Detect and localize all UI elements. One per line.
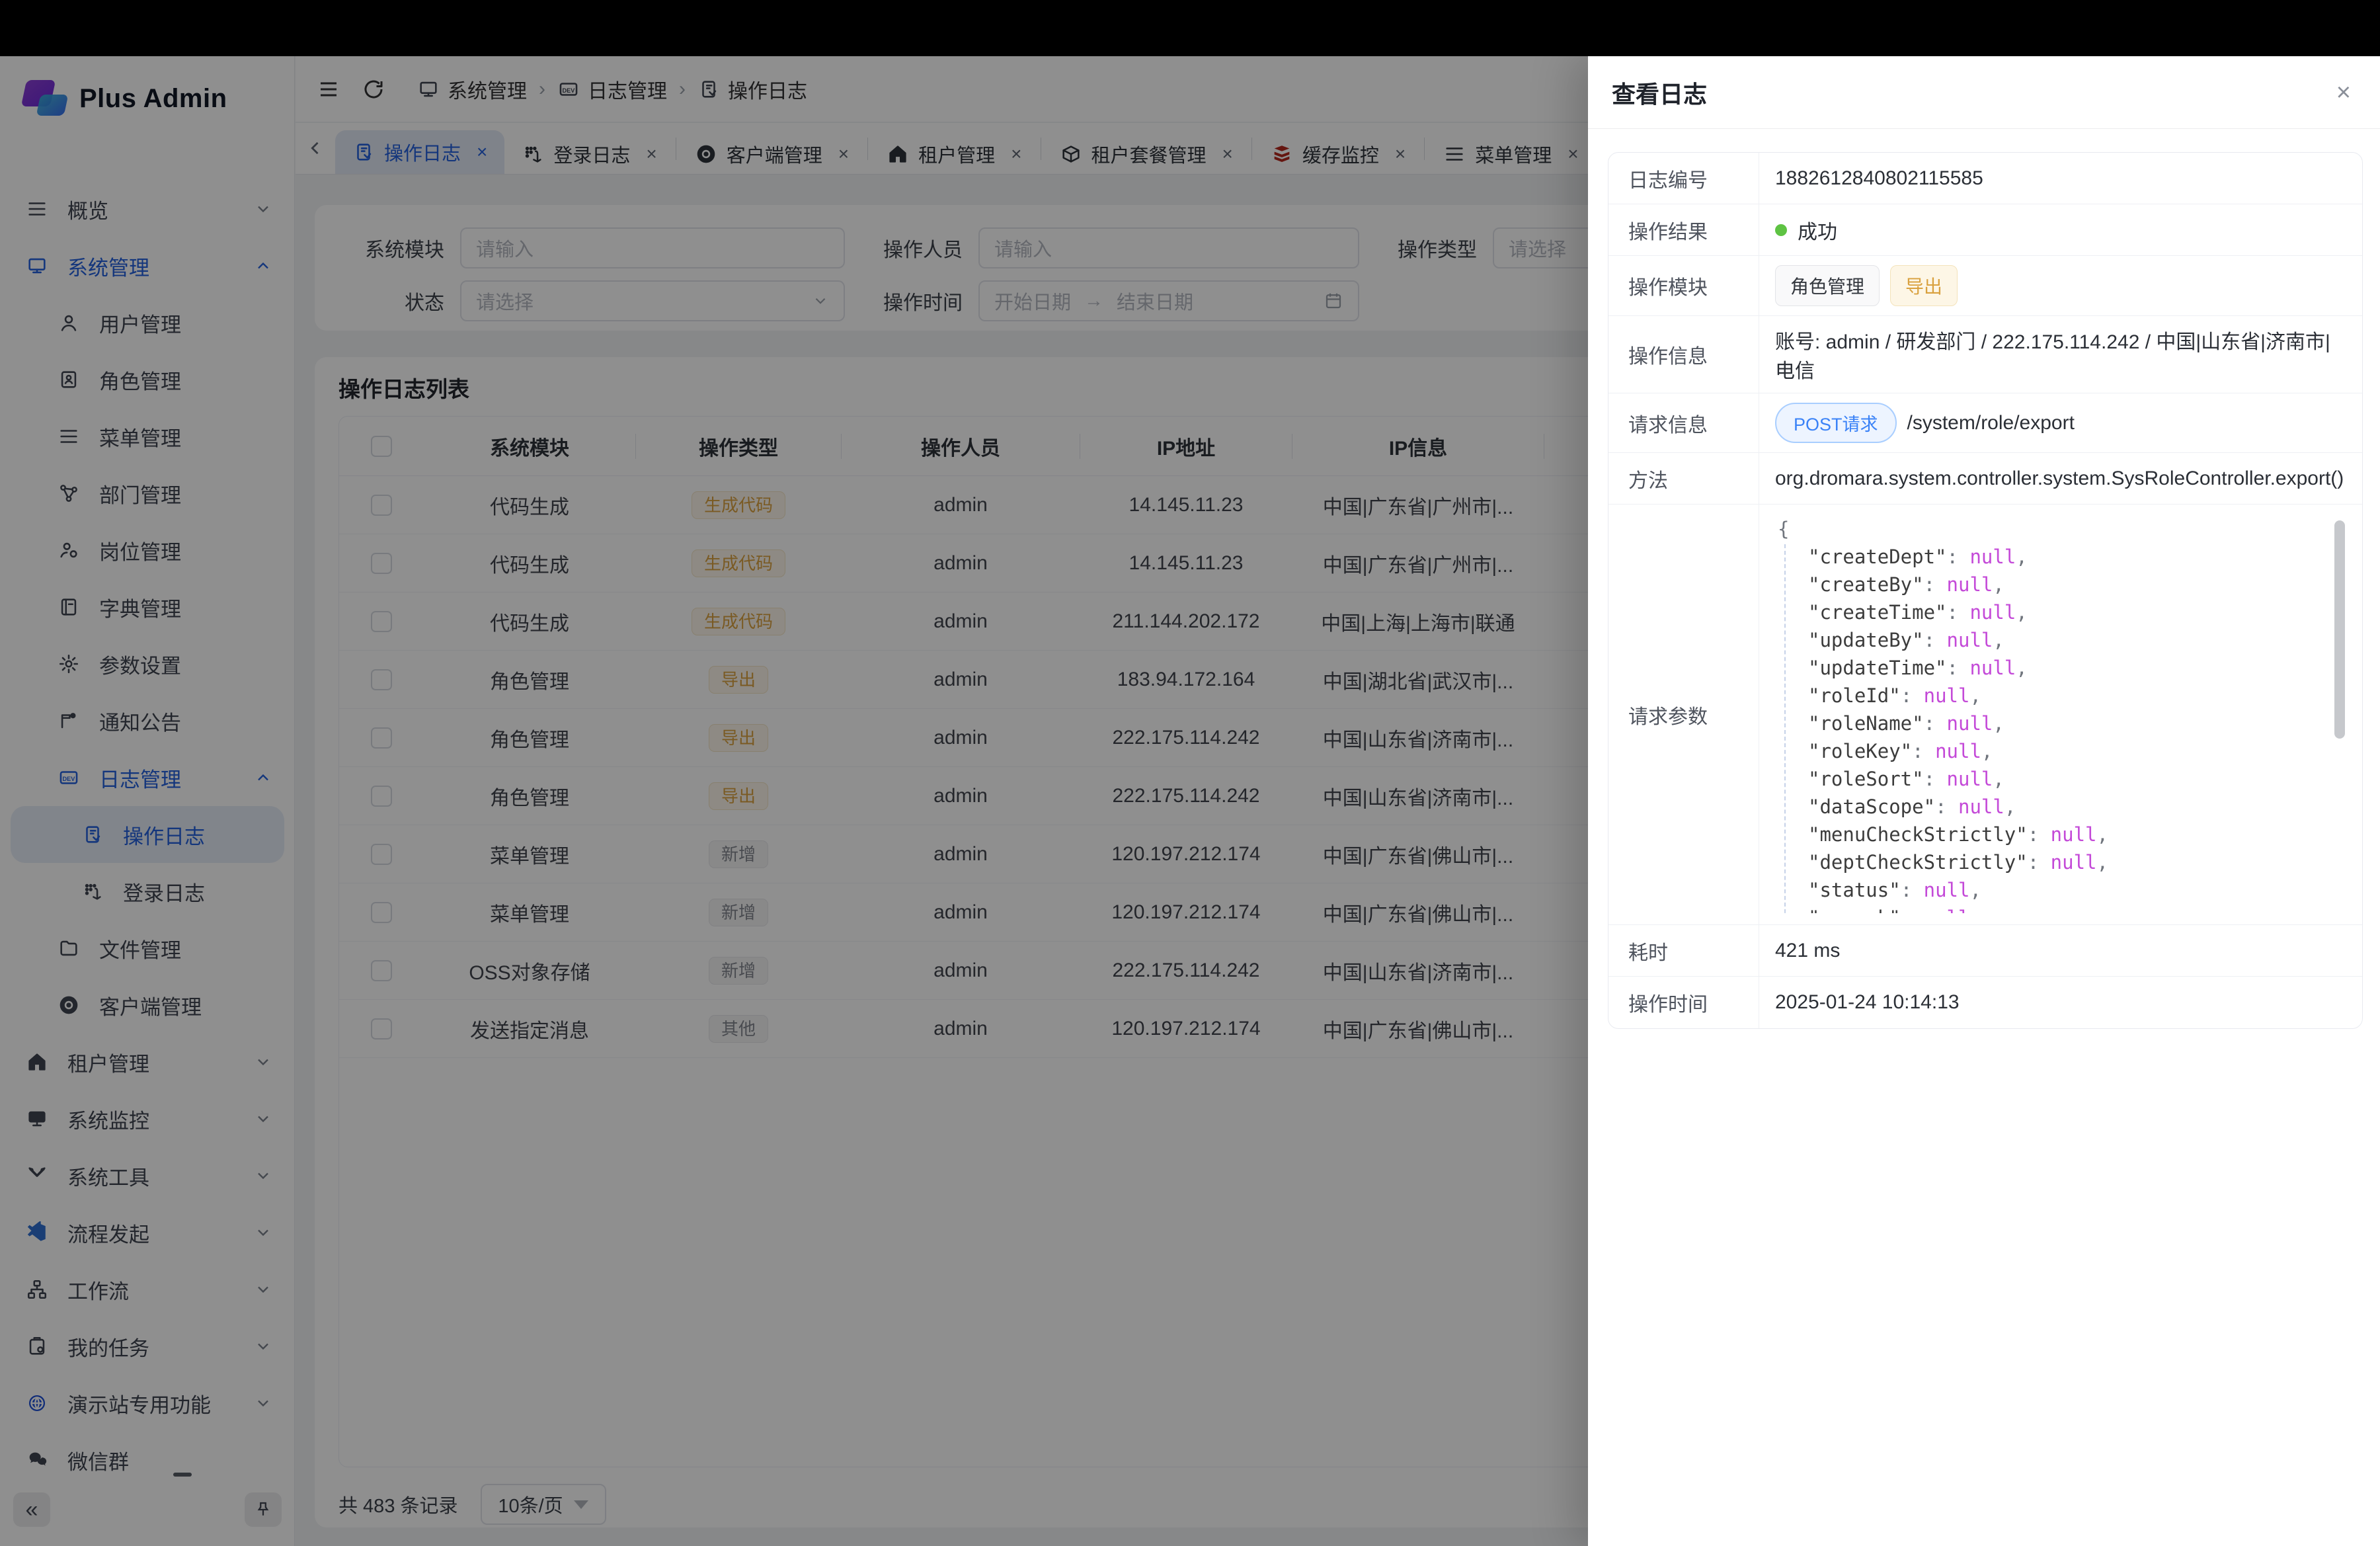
json-line: { <box>1778 515 2108 543</box>
duration-value: 421 ms <box>1759 925 2362 976</box>
detail-label: 日志编号 <box>1608 153 1759 204</box>
json-line: "deptCheckStrictly": null, <box>1778 848 2108 876</box>
drawer-body: 日志编号 1882612840802115585 操作结果 成功 操作模块 角色… <box>1588 130 2380 1546</box>
post-method-tag: POST请求 <box>1775 403 1897 443</box>
detail-label: 操作结果 <box>1608 204 1759 255</box>
success-dot-icon <box>1775 224 1787 236</box>
request-params-json[interactable]: {"createDept": null,"createBy": null,"cr… <box>1775 514 2346 913</box>
result-value: 成功 <box>1798 216 1837 245</box>
drawer-title: 查看日志 <box>1612 75 1707 110</box>
drawer-header: 查看日志 × <box>1588 56 2380 129</box>
action-tag: 导出 <box>1890 265 1958 306</box>
detail-row-method: 方法 org.dromara.system.controller.system.… <box>1608 453 2362 505</box>
os-top-strip <box>0 0 2380 56</box>
json-line: "createBy": null, <box>1778 571 2108 598</box>
json-line: "dataScope": null, <box>1778 793 2108 821</box>
screen: Plus Admin 概览系统管理用户管理角色管理菜单管理部门管理岗位管理字典管… <box>0 0 2380 1546</box>
log-detail-table: 日志编号 1882612840802115585 操作结果 成功 操作模块 角色… <box>1608 152 2363 1029</box>
close-icon[interactable]: × <box>2336 80 2351 105</box>
json-line: "status": null, <box>1778 876 2108 904</box>
detail-row-log-id: 日志编号 1882612840802115585 <box>1608 153 2362 204</box>
detail-label: 方法 <box>1608 453 1759 504</box>
json-line: "roleKey": null, <box>1778 737 2108 765</box>
json-line: "roleName": null, <box>1778 710 2108 737</box>
json-line: "updateBy": null, <box>1778 626 2108 654</box>
view-log-drawer: 查看日志 × 日志编号 1882612840802115585 操作结果 成功 … <box>1588 56 2380 1546</box>
json-scrollbar-thumb[interactable] <box>2334 520 2345 739</box>
detail-row-params: 请求参数 {"createDept": null,"createBy": nul… <box>1608 505 2362 925</box>
json-line: "createDept": null, <box>1778 543 2108 571</box>
json-line: "createTime": null, <box>1778 598 2108 626</box>
json-line: "roleSort": null, <box>1778 765 2108 793</box>
detail-row-result: 操作结果 成功 <box>1608 204 2362 256</box>
json-line: "menuCheckStrictly": null, <box>1778 821 2108 848</box>
json-line: "remark": null, <box>1778 904 2108 913</box>
detail-label: 耗时 <box>1608 925 1759 976</box>
json-lines: {"createDept": null,"createBy": null,"cr… <box>1778 515 2108 913</box>
detail-label: 操作模块 <box>1608 256 1759 315</box>
request-path: /system/role/export <box>1907 412 2075 434</box>
time-value: 2025-01-24 10:14:13 <box>1759 977 2362 1028</box>
json-line: "updateTime": null, <box>1778 654 2108 682</box>
json-line: "roleId": null, <box>1778 682 2108 710</box>
detail-label: 请求参数 <box>1608 505 1759 924</box>
detail-row-time: 操作时间 2025-01-24 10:14:13 <box>1608 977 2362 1028</box>
detail-label: 请求信息 <box>1608 393 1759 452</box>
detail-row-duration: 耗时 421 ms <box>1608 925 2362 977</box>
detail-label: 操作信息 <box>1608 316 1759 393</box>
detail-label: 操作时间 <box>1608 977 1759 1028</box>
detail-row-module: 操作模块 角色管理 导出 <box>1608 256 2362 316</box>
module-tag: 角色管理 <box>1775 265 1880 306</box>
log-id-value: 1882612840802115585 <box>1759 153 2362 204</box>
detail-row-request: 请求信息 POST请求 /system/role/export <box>1608 393 2362 453</box>
method-value: org.dromara.system.controller.system.Sys… <box>1759 453 2362 504</box>
detail-row-op-info: 操作信息 账号: admin / 研发部门 / 222.175.114.242 … <box>1608 316 2362 393</box>
op-info-value: 账号: admin / 研发部门 / 222.175.114.242 / 中国|… <box>1759 316 2362 393</box>
